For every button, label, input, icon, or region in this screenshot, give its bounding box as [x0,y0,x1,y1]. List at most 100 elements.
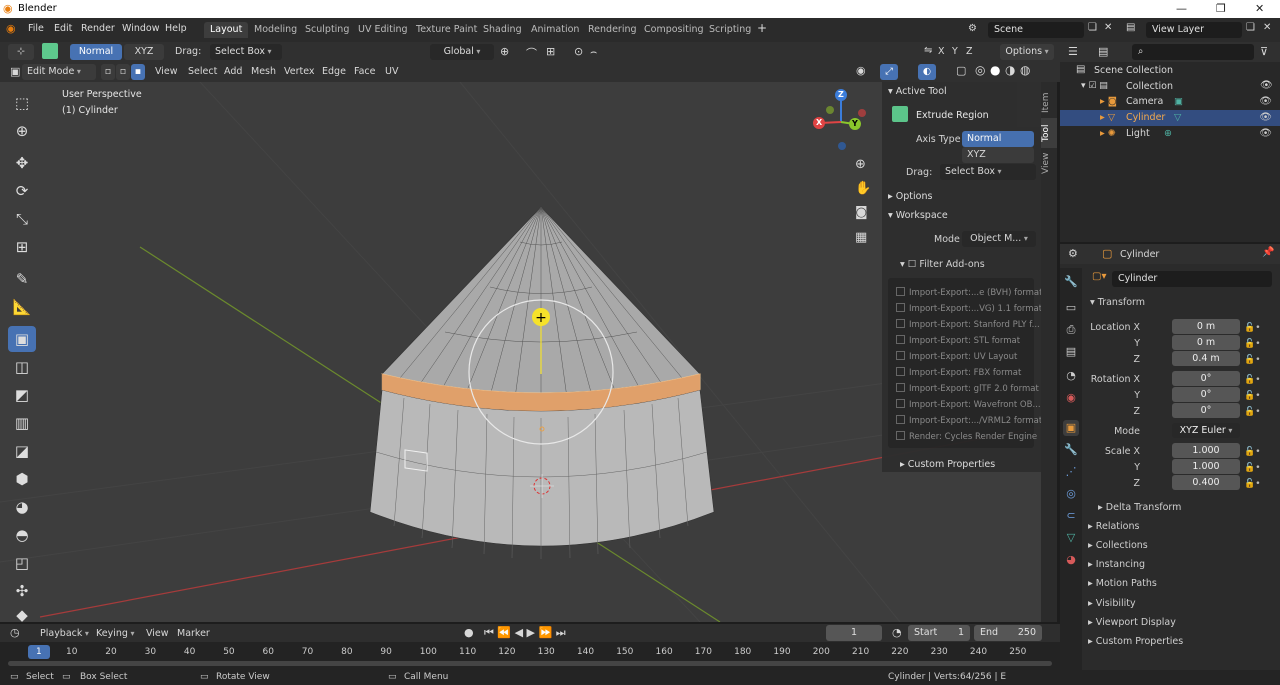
shading-solid-icon[interactable]: ● [990,63,1000,77]
scale-icon[interactable]: ⤡ [8,206,36,232]
tab-layout[interactable]: Layout [204,22,249,38]
collections-header[interactable]: ▸ Collections [1088,540,1148,551]
gizmo-toggle-icon[interactable]: ⤢ [880,64,898,80]
filter-addons-toggle[interactable]: ▾ ☐ Filter Add-ons [900,259,985,270]
minimize-icon[interactable]: — [1176,2,1187,15]
timeline-editor-icon[interactable]: ◷ [10,626,20,639]
timeline-scrollbar[interactable] [8,661,1052,666]
viewport-display-header[interactable]: ▸ Viewport Display [1088,617,1176,628]
axis-type-xyz-option[interactable]: XYZ [962,147,1034,163]
marker-menu[interactable]: Marker [177,628,210,639]
select-box-icon[interactable]: ⬚ [8,90,36,116]
pin-icon[interactable]: 📌 [1262,247,1274,258]
addon-checkbox[interactable]: Import-Export:...e (BVH) format [896,287,1042,298]
view-layer-field[interactable]: View Layer [1146,22,1242,38]
add-workspace-icon[interactable]: + [757,21,767,35]
bevel-icon[interactable]: ◩ [8,382,36,408]
mode-select[interactable]: Object M... [962,231,1036,247]
addon-checkbox[interactable]: Import-Export:.../VRML2 format [896,415,1042,426]
pan-hand-icon[interactable]: ✋ [855,181,871,196]
object-name-field[interactable]: Cylinder [1112,271,1272,287]
smooth-icon[interactable]: ◓ [8,522,36,548]
constraints-tab-icon[interactable]: ⊂ [1063,508,1079,524]
knife-icon[interactable]: ◪ [8,438,36,464]
menu-vertex[interactable]: Vertex [284,66,315,77]
face-select-icon[interactable]: ▪ [131,64,145,80]
edge-select-icon[interactable]: ▫ [116,64,130,80]
cursor-icon[interactable]: ⊕ [8,118,36,144]
measure-icon[interactable]: 📐 [8,294,36,320]
outliner-item-cylinder[interactable]: ▸ ▽ Cylinder ▽ 👁 [1060,110,1280,126]
menu-mesh[interactable]: Mesh [251,66,276,77]
scene-icon[interactable]: ⚙ [968,23,977,34]
scene-collection-label[interactable]: Scene Collection [1094,65,1173,76]
motion-paths-header[interactable]: ▸ Motion Paths [1088,578,1157,589]
tab-tool[interactable]: Tool [1041,118,1057,148]
outliner-search-input[interactable]: ⌕ [1132,44,1254,60]
close-icon[interactable]: ✕ [1255,2,1264,15]
lock-icon[interactable]: 🔓• 🔓• 🔓• [1244,372,1261,420]
timeline-view-menu[interactable]: View [146,628,169,639]
axis-z-toggle[interactable]: Z [966,46,973,57]
scale-y-field[interactable]: 1.000 [1172,459,1240,474]
transform-orientation-select[interactable]: Global [430,44,494,60]
menu-add[interactable]: Add [224,66,242,77]
gizmo-z-label[interactable]: Z [838,90,844,99]
eye-icon[interactable]: 👁 [1259,94,1272,110]
outliner-editor-icon[interactable]: ☰ [1068,45,1078,58]
tab-rendering[interactable]: Rendering [582,22,643,38]
properties-editor-icon[interactable]: ⚙ [1068,247,1078,260]
tab-compositing[interactable]: Compositing [638,22,710,38]
current-frame-field[interactable]: 1 [826,625,882,641]
rotation-z-field[interactable]: 0° [1172,403,1240,418]
material-tab-icon[interactable]: ◕ [1063,552,1079,568]
stopwatch-icon[interactable]: ◔ [892,626,902,639]
rotate-icon[interactable]: ⟳ [8,178,36,204]
workspace-header[interactable]: ▾ Workspace [888,210,948,221]
addon-checkbox[interactable]: Import-Export:...VG) 1.1 format [896,303,1042,314]
drag-select[interactable]: Select Box [940,164,1036,180]
delete-scene-icon[interactable]: ✕ [1104,22,1112,33]
transform-header[interactable]: ▾ Transform [1090,297,1145,308]
playback-controls-icon[interactable]: ⏮ ⏪ ◀ ▶ ⏩ ⏭ [484,626,566,640]
proportional-edit-icon[interactable]: ⊙ [574,45,583,58]
snap-icon[interactable]: ⌒ [526,45,537,61]
tab-texture-paint[interactable]: Texture Paint [410,22,483,38]
addon-checkbox[interactable]: Import-Export: glTF 2.0 format [896,383,1039,394]
tool-tab-icon[interactable]: 🔧 [1063,274,1079,290]
menu-render[interactable]: Render [81,23,115,34]
addon-checkbox[interactable]: Import-Export: FBX format [896,367,1021,378]
display-mode-icon[interactable]: ▤ [1098,45,1108,58]
tab-scripting[interactable]: Scripting [703,22,757,38]
shrink-fatten-icon[interactable]: ✣ [8,578,36,604]
eye-icon[interactable]: 👁 [1259,110,1272,126]
collection-label[interactable]: Collection [1126,81,1173,92]
shading-wire-icon[interactable]: ◎ [975,63,985,77]
blender-menu-icon[interactable]: ◉ [6,22,16,35]
mirror-icon[interactable]: ⇋ [924,45,932,56]
menu-select[interactable]: Select [188,66,217,77]
lock-icon[interactable]: 🔓• 🔓• 🔓• [1244,320,1261,368]
custom-properties-header[interactable]: ▸ Custom Properties [900,459,995,470]
axis-x-toggle[interactable]: X [938,46,945,57]
tab-shading[interactable]: Shading [477,22,528,38]
tab-item[interactable]: Item [1041,86,1057,120]
delete-layer-icon[interactable]: ✕ [1263,22,1271,33]
shading-rendered-icon[interactable]: ◍ [1020,63,1030,77]
gizmo-x-label[interactable]: X [816,118,822,127]
scale-z-field[interactable]: 0.400 [1172,475,1240,490]
overlay-toggle-icon[interactable]: ◐ [918,64,936,80]
tab-modeling[interactable]: Modeling [248,22,303,38]
rotation-y-field[interactable]: 0° [1172,387,1240,402]
mode-select[interactable]: Edit Mode [22,64,96,80]
new-scene-icon[interactable]: ❏ [1088,22,1097,33]
editor-type-icon[interactable]: ⊹ [8,44,34,60]
xray-icon[interactable]: ▢ [956,64,966,77]
location-z-field[interactable]: 0.4 m [1172,351,1240,366]
location-x-field[interactable]: 0 m [1172,319,1240,334]
world-tab-icon[interactable]: ◉ [1063,390,1079,406]
snap-target-icon[interactable]: ⊞ [546,45,555,58]
eye-icon[interactable]: 👁 [1260,80,1273,91]
options-dropdown[interactable]: Options [1000,44,1054,60]
active-tool-header[interactable]: ▾ Active Tool [888,86,947,97]
